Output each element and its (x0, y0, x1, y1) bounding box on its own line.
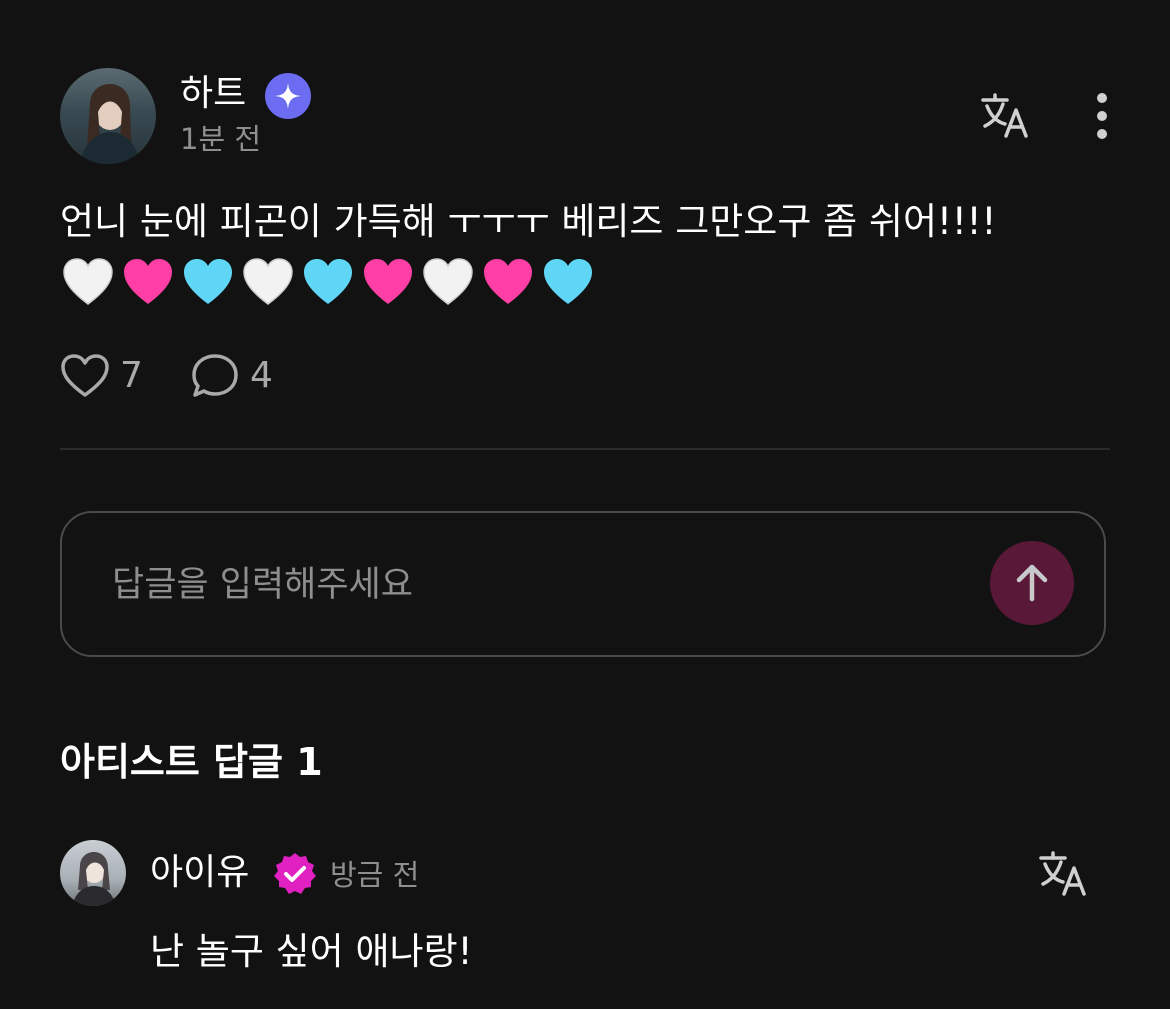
blue-heart-icon (184, 259, 232, 304)
translate-icon (981, 93, 1028, 138)
verified-badge-icon (272, 851, 318, 897)
divider (60, 448, 1110, 450)
reply-input[interactable] (110, 513, 974, 657)
heart-emoji-row (60, 254, 596, 310)
post-text: 언니 눈에 피곤이 가득해 ㅜㅜㅜ 베리즈 그만오구 좀 쉬어!!!! (60, 200, 997, 243)
blue-heart-icon (304, 259, 352, 304)
reply-composer (60, 511, 1106, 657)
artist-reply-timestamp: 방금 전 (330, 858, 420, 892)
arrow-up-icon (1016, 564, 1048, 602)
like-button[interactable]: 7 (60, 352, 143, 400)
white-heart-icon (243, 258, 293, 305)
white-heart-icon (63, 258, 113, 305)
pink-heart-icon (484, 259, 532, 304)
blue-heart-icon (544, 259, 592, 304)
heart-outline-icon (61, 354, 109, 397)
like-count: 7 (120, 355, 143, 396)
comment-button[interactable]: 4 (190, 352, 273, 400)
send-reply-button[interactable] (990, 541, 1074, 625)
artist-name[interactable]: 아이유 (150, 850, 249, 896)
white-heart-icon (423, 258, 473, 305)
more-vertical-icon (1097, 93, 1107, 139)
translate-icon (1039, 851, 1086, 896)
comment-count: 4 (250, 355, 273, 396)
pink-heart-icon (124, 259, 172, 304)
author-avatar[interactable] (60, 68, 156, 164)
translate-button[interactable] (974, 88, 1036, 144)
comment-bubble-icon (192, 354, 238, 397)
author-name[interactable]: 하트 (180, 72, 246, 116)
translate-reply-button[interactable] (1032, 846, 1094, 902)
artist-replies-title: 아티스트 답글 1 (60, 740, 323, 784)
artist-reply-text: 난 놀구 싶어 애나랑! (150, 930, 473, 973)
more-options-button[interactable] (1080, 88, 1124, 144)
sparkle-badge-icon (265, 73, 311, 119)
artist-avatar[interactable] (60, 840, 126, 906)
pink-heart-icon (364, 259, 412, 304)
post-timestamp: 1분 전 (180, 122, 262, 156)
